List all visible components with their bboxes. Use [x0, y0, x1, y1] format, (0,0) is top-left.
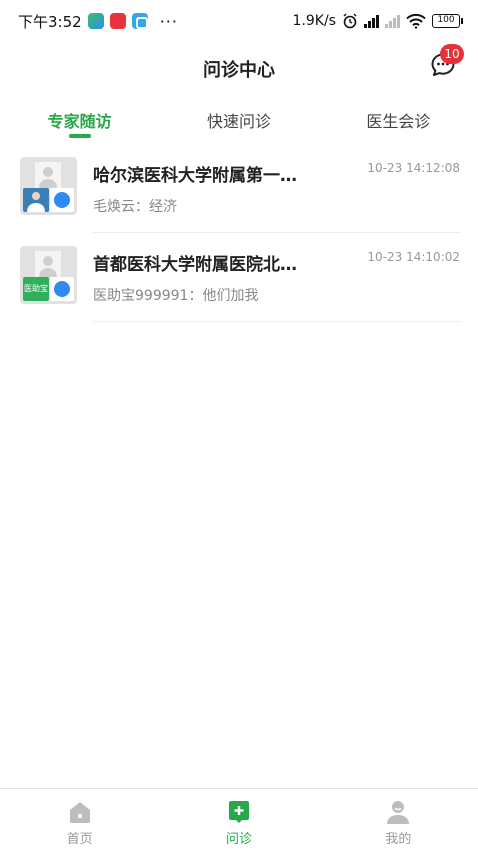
conversation-list: 哈尔滨医科大学附属第一… 10-23 14:12:08 毛焕云：经济 医助宝 首…: [0, 152, 478, 330]
group-avatar: [20, 157, 77, 215]
page-title: 问诊中心: [203, 60, 275, 81]
net-speed: 1.9K/s: [292, 13, 336, 29]
app-notification-icon: [109, 13, 126, 29]
assistant-bot-icon: [50, 277, 74, 301]
tab-label: 医生会诊: [366, 112, 431, 131]
wifi-icon: [406, 13, 426, 29]
active-tab-indicator: [68, 134, 91, 138]
signal-hd-icon: [364, 14, 379, 28]
nav-profile[interactable]: 我的: [319, 789, 478, 850]
conversation-title: 哈尔滨医科大学附属第一…: [93, 166, 297, 186]
bottom-nav: 首页 问诊 我的: [0, 788, 478, 850]
conversation-preview: 毛焕云：经济: [93, 199, 177, 215]
profile-icon: [387, 801, 410, 824]
person-placeholder-icon: [35, 162, 61, 188]
group-avatar: 医助宝: [20, 246, 77, 304]
conversation-time: 10-23 14:12:08: [367, 161, 460, 175]
status-left: 下午3:52 ···: [18, 11, 178, 32]
tab-doctor-consultation[interactable]: 医生会诊: [319, 96, 478, 142]
alarm-icon: [343, 13, 357, 29]
nav-consult[interactable]: 问诊: [159, 789, 318, 850]
header: 问诊中心 10: [0, 42, 478, 94]
nav-label: 问诊: [225, 832, 252, 847]
status-bar: 下午3:52 ··· 1.9K/s 100: [0, 0, 478, 42]
home-icon: [69, 802, 90, 823]
tab-label: 专家随访: [47, 112, 112, 131]
divider: [93, 232, 460, 233]
tab-label: 快速问诊: [206, 112, 271, 131]
conversation-title: 首都医科大学附属医院北…: [93, 255, 297, 275]
conversation-item[interactable]: 哈尔滨医科大学附属第一… 10-23 14:12:08 毛焕云：经济: [0, 152, 478, 241]
conversation-item[interactable]: 医助宝 首都医科大学附属医院北… 10-23 14:10:02 医助宝99999…: [0, 241, 478, 330]
signal-secondary-icon: [385, 14, 400, 28]
more-notifications-icon: ···: [159, 11, 178, 31]
nav-home[interactable]: 首页: [0, 789, 159, 850]
nav-label: 首页: [66, 832, 93, 847]
app-notification-icon: [131, 13, 148, 29]
tab-quick-consult[interactable]: 快速问诊: [159, 96, 318, 142]
divider: [93, 321, 460, 322]
consult-icon: [228, 801, 249, 823]
battery-icon: 100: [432, 14, 463, 28]
nav-label: 我的: [385, 832, 412, 847]
doctor-photo: [23, 188, 49, 212]
assistant-bot-icon: [50, 188, 74, 212]
app-notification-icon: [87, 13, 104, 29]
status-time: 下午3:52: [18, 12, 82, 31]
person-placeholder-icon: [35, 251, 61, 277]
status-right: 1.9K/s 100: [292, 13, 463, 29]
conversation-preview: 医助宝999991：他们加我: [93, 288, 259, 304]
tab-expert-followup[interactable]: 专家随访: [0, 96, 159, 142]
message-count-badge: 10: [440, 44, 464, 64]
tab-bar: 专家随访 快速问诊 医生会诊: [0, 96, 478, 142]
assistant-logo: 医助宝: [23, 277, 49, 301]
conversation-time: 10-23 14:10:02: [367, 250, 460, 264]
